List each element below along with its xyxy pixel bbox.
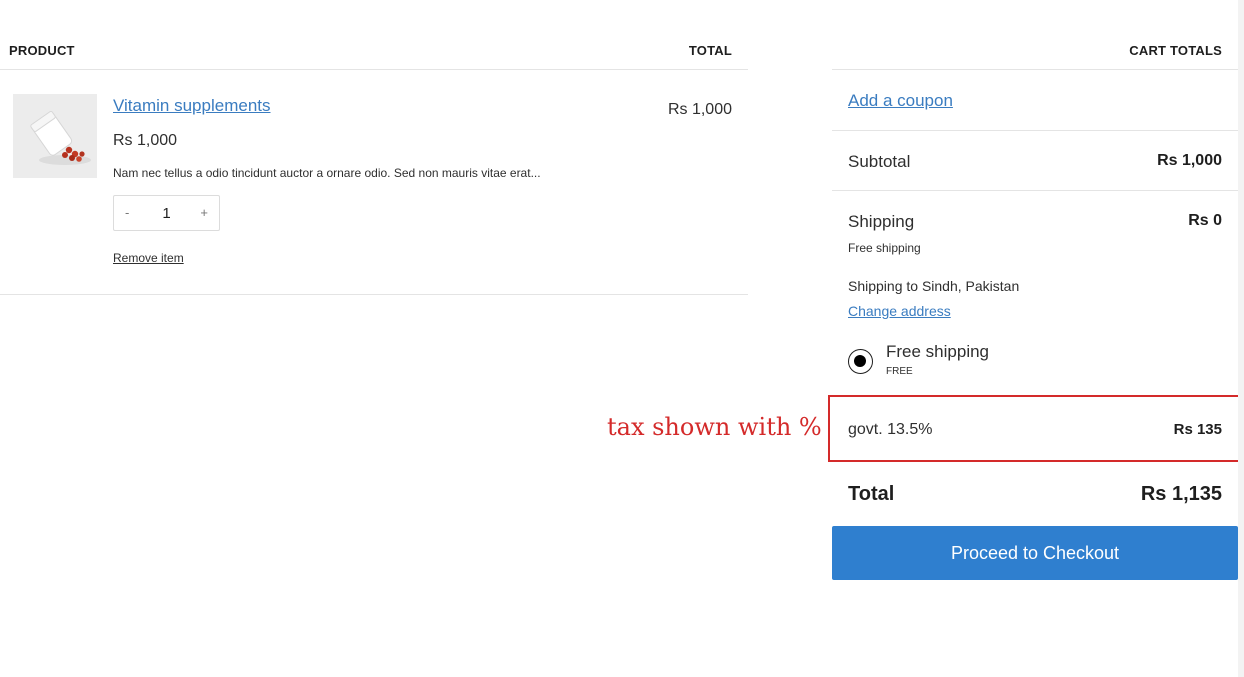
- product-price: Rs 1,000: [113, 132, 178, 149]
- tax-label: govt. 13.5%: [848, 421, 933, 438]
- column-header-product: PRODUCT: [9, 43, 75, 58]
- shipping-note: Free shipping: [848, 241, 921, 255]
- tax-value: Rs 135: [1173, 421, 1222, 438]
- column-header-total: TOTAL: [688, 43, 732, 58]
- subtotal-label: Subtotal: [848, 152, 911, 171]
- cart-totals-header: CART TOTALS: [832, 0, 1238, 70]
- table-header: PRODUCT TOTAL: [0, 0, 748, 70]
- product-description: Nam nec tellus a odio tincidunt auctor a…: [113, 166, 541, 180]
- quantity-stepper: - 1 +: [113, 195, 220, 231]
- shipping-method-price: FREE: [886, 366, 913, 377]
- total-value: Rs 1,135: [1140, 483, 1222, 505]
- subtotal-row: Subtotal Rs 1,000: [832, 131, 1238, 191]
- change-address-link[interactable]: Change address: [848, 303, 951, 319]
- page-edge: [1238, 0, 1244, 677]
- tax-row: govt. 13.5% Rs 135: [832, 396, 1238, 462]
- product-name-link[interactable]: Vitamin supplements: [113, 96, 271, 116]
- shipping-destination: Shipping to Sindh, Pakistan: [848, 278, 1020, 294]
- proceed-to-checkout-button[interactable]: Proceed to Checkout: [832, 526, 1238, 580]
- shipping-label: Shipping: [848, 212, 915, 231]
- annotation-text: tax shown with %: [607, 413, 822, 441]
- remove-item-link[interactable]: Remove item: [113, 251, 184, 265]
- shipping-value: Rs 0: [1188, 212, 1222, 229]
- shipping-method-name: Free shipping: [886, 342, 990, 361]
- cart-totals-title: CART TOTALS: [1129, 43, 1222, 58]
- shipping-section: Shipping Rs 0 Free shipping Shipping to …: [832, 191, 1238, 396]
- pill-bottle-image[interactable]: [13, 94, 97, 178]
- subtotal-value: Rs 1,000: [1157, 152, 1222, 169]
- coupon-row: Add a coupon: [832, 70, 1238, 131]
- table-row: Vitamin supplements Rs 1,000 Nam nec tel…: [0, 70, 748, 295]
- shipping-method-radio[interactable]: [848, 349, 873, 374]
- quantity-increase-button[interactable]: +: [200, 205, 208, 220]
- order-total-row: Total Rs 1,135: [832, 462, 1238, 526]
- add-coupon-link[interactable]: Add a coupon: [848, 91, 953, 111]
- line-total: Rs 1,000: [667, 101, 732, 118]
- total-label: Total: [848, 483, 895, 505]
